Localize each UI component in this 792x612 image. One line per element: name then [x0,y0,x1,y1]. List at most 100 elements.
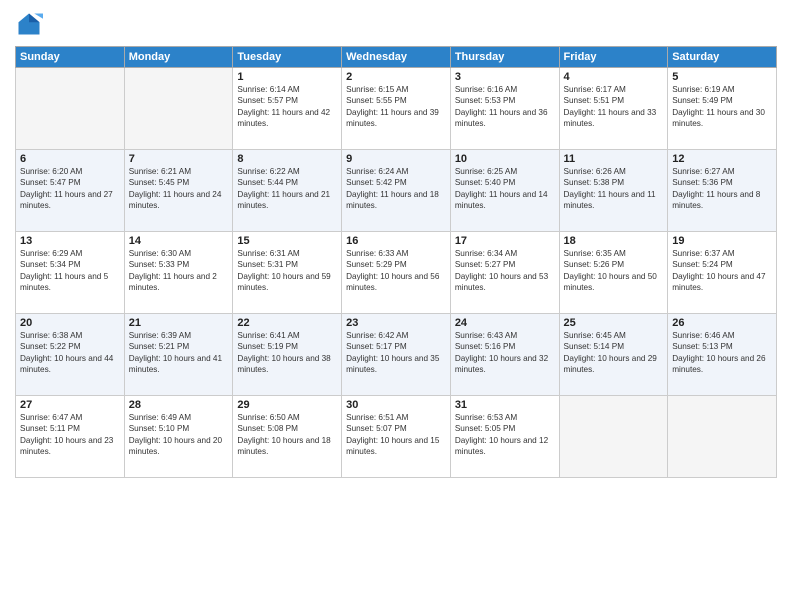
day-info: Sunrise: 6:46 AM Sunset: 5:13 PM Dayligh… [672,330,772,376]
day-info: Sunrise: 6:21 AM Sunset: 5:45 PM Dayligh… [129,166,229,212]
day-number: 2 [346,71,446,83]
table-row: 19Sunrise: 6:37 AM Sunset: 5:24 PM Dayli… [668,232,777,314]
table-row: 18Sunrise: 6:35 AM Sunset: 5:26 PM Dayli… [559,232,668,314]
day-info: Sunrise: 6:19 AM Sunset: 5:49 PM Dayligh… [672,84,772,130]
calendar-header-row: Sunday Monday Tuesday Wednesday Thursday… [16,47,777,68]
day-number: 11 [564,153,664,165]
day-info: Sunrise: 6:25 AM Sunset: 5:40 PM Dayligh… [455,166,555,212]
day-info: Sunrise: 6:15 AM Sunset: 5:55 PM Dayligh… [346,84,446,130]
day-number: 7 [129,153,229,165]
day-info: Sunrise: 6:30 AM Sunset: 5:33 PM Dayligh… [129,248,229,294]
table-row [124,68,233,150]
table-row: 6Sunrise: 6:20 AM Sunset: 5:47 PM Daylig… [16,150,125,232]
table-row: 20Sunrise: 6:38 AM Sunset: 5:22 PM Dayli… [16,314,125,396]
col-saturday: Saturday [668,47,777,68]
day-info: Sunrise: 6:31 AM Sunset: 5:31 PM Dayligh… [237,248,337,294]
day-number: 1 [237,71,337,83]
day-info: Sunrise: 6:20 AM Sunset: 5:47 PM Dayligh… [20,166,120,212]
day-info: Sunrise: 6:34 AM Sunset: 5:27 PM Dayligh… [455,248,555,294]
table-row: 23Sunrise: 6:42 AM Sunset: 5:17 PM Dayli… [342,314,451,396]
day-info: Sunrise: 6:24 AM Sunset: 5:42 PM Dayligh… [346,166,446,212]
day-number: 16 [346,235,446,247]
table-row: 25Sunrise: 6:45 AM Sunset: 5:14 PM Dayli… [559,314,668,396]
table-row [668,396,777,478]
calendar-week-row: 6Sunrise: 6:20 AM Sunset: 5:47 PM Daylig… [16,150,777,232]
day-info: Sunrise: 6:29 AM Sunset: 5:34 PM Dayligh… [20,248,120,294]
table-row: 7Sunrise: 6:21 AM Sunset: 5:45 PM Daylig… [124,150,233,232]
day-number: 30 [346,399,446,411]
day-number: 17 [455,235,555,247]
table-row: 15Sunrise: 6:31 AM Sunset: 5:31 PM Dayli… [233,232,342,314]
day-number: 25 [564,317,664,329]
day-info: Sunrise: 6:39 AM Sunset: 5:21 PM Dayligh… [129,330,229,376]
table-row: 29Sunrise: 6:50 AM Sunset: 5:08 PM Dayli… [233,396,342,478]
table-row: 9Sunrise: 6:24 AM Sunset: 5:42 PM Daylig… [342,150,451,232]
table-row: 10Sunrise: 6:25 AM Sunset: 5:40 PM Dayli… [450,150,559,232]
logo [15,10,47,38]
day-number: 4 [564,71,664,83]
col-wednesday: Wednesday [342,47,451,68]
page: Sunday Monday Tuesday Wednesday Thursday… [0,0,792,612]
day-info: Sunrise: 6:27 AM Sunset: 5:36 PM Dayligh… [672,166,772,212]
table-row: 17Sunrise: 6:34 AM Sunset: 5:27 PM Dayli… [450,232,559,314]
day-info: Sunrise: 6:37 AM Sunset: 5:24 PM Dayligh… [672,248,772,294]
calendar-week-row: 20Sunrise: 6:38 AM Sunset: 5:22 PM Dayli… [16,314,777,396]
table-row: 16Sunrise: 6:33 AM Sunset: 5:29 PM Dayli… [342,232,451,314]
day-info: Sunrise: 6:17 AM Sunset: 5:51 PM Dayligh… [564,84,664,130]
col-thursday: Thursday [450,47,559,68]
table-row: 22Sunrise: 6:41 AM Sunset: 5:19 PM Dayli… [233,314,342,396]
table-row: 1Sunrise: 6:14 AM Sunset: 5:57 PM Daylig… [233,68,342,150]
day-number: 29 [237,399,337,411]
table-row: 11Sunrise: 6:26 AM Sunset: 5:38 PM Dayli… [559,150,668,232]
col-monday: Monday [124,47,233,68]
day-number: 5 [672,71,772,83]
table-row: 5Sunrise: 6:19 AM Sunset: 5:49 PM Daylig… [668,68,777,150]
day-number: 24 [455,317,555,329]
day-number: 8 [237,153,337,165]
table-row: 27Sunrise: 6:47 AM Sunset: 5:11 PM Dayli… [16,396,125,478]
day-number: 19 [672,235,772,247]
col-friday: Friday [559,47,668,68]
day-number: 18 [564,235,664,247]
calendar-week-row: 1Sunrise: 6:14 AM Sunset: 5:57 PM Daylig… [16,68,777,150]
day-info: Sunrise: 6:35 AM Sunset: 5:26 PM Dayligh… [564,248,664,294]
day-number: 23 [346,317,446,329]
table-row: 31Sunrise: 6:53 AM Sunset: 5:05 PM Dayli… [450,396,559,478]
day-number: 31 [455,399,555,411]
table-row: 3Sunrise: 6:16 AM Sunset: 5:53 PM Daylig… [450,68,559,150]
table-row: 28Sunrise: 6:49 AM Sunset: 5:10 PM Dayli… [124,396,233,478]
day-number: 12 [672,153,772,165]
day-info: Sunrise: 6:38 AM Sunset: 5:22 PM Dayligh… [20,330,120,376]
day-info: Sunrise: 6:53 AM Sunset: 5:05 PM Dayligh… [455,412,555,458]
day-number: 14 [129,235,229,247]
day-info: Sunrise: 6:42 AM Sunset: 5:17 PM Dayligh… [346,330,446,376]
calendar-week-row: 13Sunrise: 6:29 AM Sunset: 5:34 PM Dayli… [16,232,777,314]
table-row: 2Sunrise: 6:15 AM Sunset: 5:55 PM Daylig… [342,68,451,150]
day-number: 15 [237,235,337,247]
table-row: 4Sunrise: 6:17 AM Sunset: 5:51 PM Daylig… [559,68,668,150]
table-row: 8Sunrise: 6:22 AM Sunset: 5:44 PM Daylig… [233,150,342,232]
table-row: 30Sunrise: 6:51 AM Sunset: 5:07 PM Dayli… [342,396,451,478]
table-row: 21Sunrise: 6:39 AM Sunset: 5:21 PM Dayli… [124,314,233,396]
calendar-table: Sunday Monday Tuesday Wednesday Thursday… [15,46,777,478]
day-number: 20 [20,317,120,329]
day-number: 21 [129,317,229,329]
header [15,10,777,38]
day-info: Sunrise: 6:26 AM Sunset: 5:38 PM Dayligh… [564,166,664,212]
day-number: 26 [672,317,772,329]
day-info: Sunrise: 6:14 AM Sunset: 5:57 PM Dayligh… [237,84,337,130]
table-row: 14Sunrise: 6:30 AM Sunset: 5:33 PM Dayli… [124,232,233,314]
day-info: Sunrise: 6:49 AM Sunset: 5:10 PM Dayligh… [129,412,229,458]
day-number: 22 [237,317,337,329]
day-number: 27 [20,399,120,411]
calendar-week-row: 27Sunrise: 6:47 AM Sunset: 5:11 PM Dayli… [16,396,777,478]
day-number: 28 [129,399,229,411]
table-row: 13Sunrise: 6:29 AM Sunset: 5:34 PM Dayli… [16,232,125,314]
day-info: Sunrise: 6:43 AM Sunset: 5:16 PM Dayligh… [455,330,555,376]
day-info: Sunrise: 6:16 AM Sunset: 5:53 PM Dayligh… [455,84,555,130]
day-info: Sunrise: 6:47 AM Sunset: 5:11 PM Dayligh… [20,412,120,458]
logo-icon [15,10,43,38]
table-row [559,396,668,478]
col-sunday: Sunday [16,47,125,68]
day-info: Sunrise: 6:33 AM Sunset: 5:29 PM Dayligh… [346,248,446,294]
